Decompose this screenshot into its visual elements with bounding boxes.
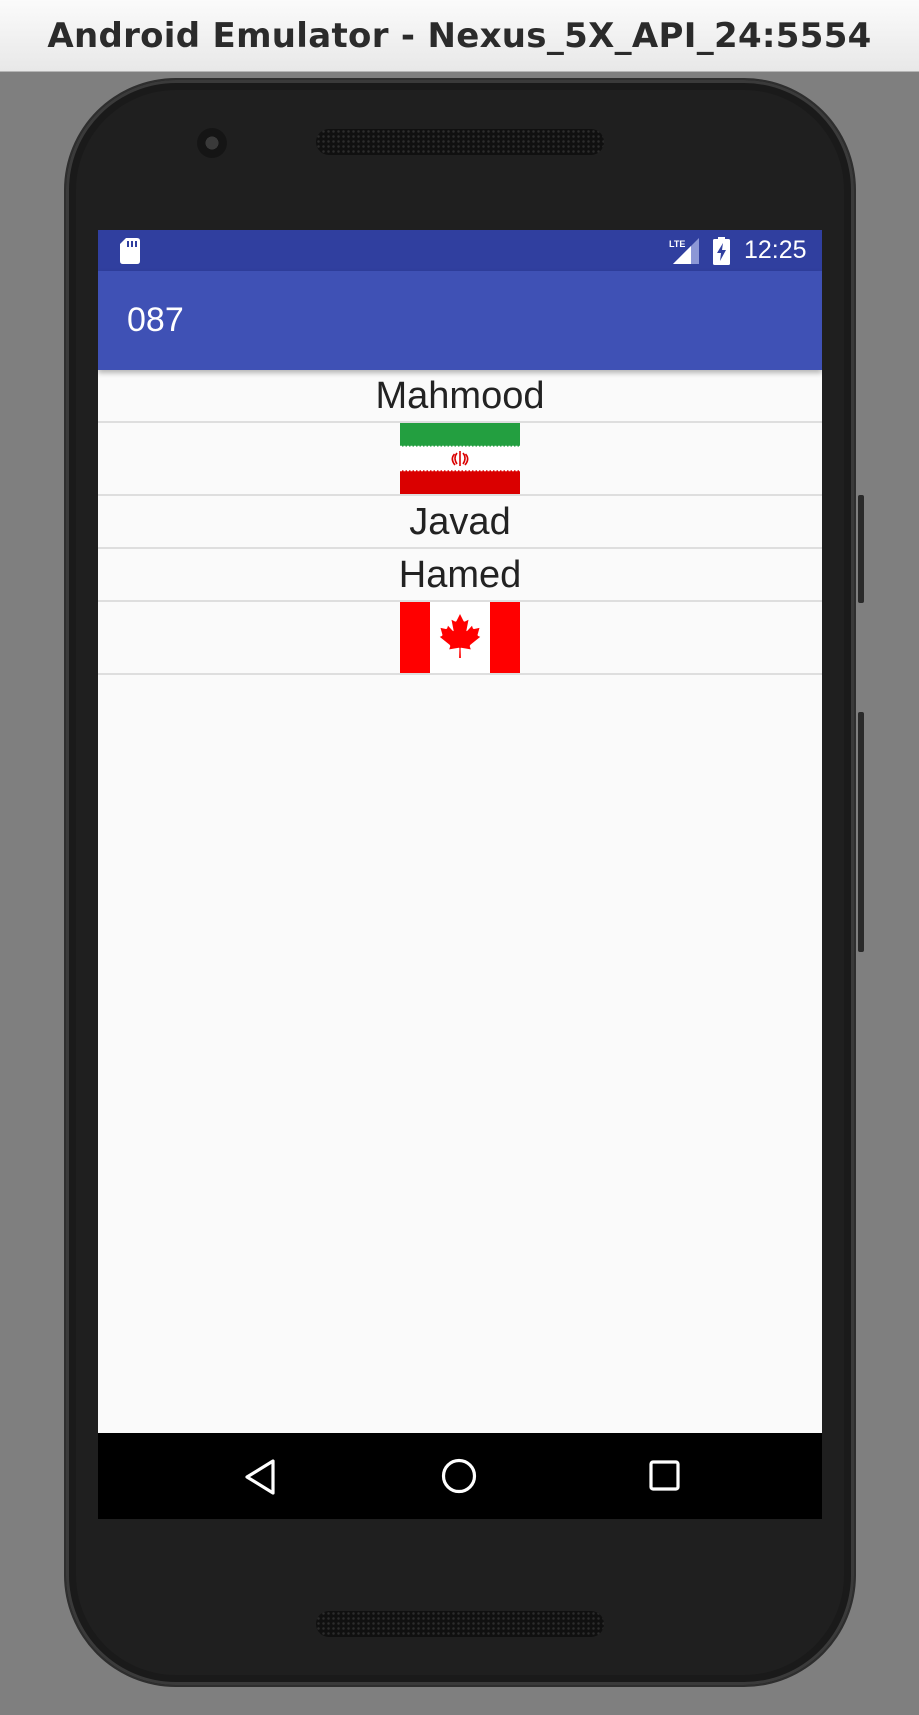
device-screen: LTE 12:25 087 Mahmood Javad Hamed — [98, 230, 822, 1519]
bottom-speaker — [316, 1611, 604, 1637]
list-item[interactable] — [98, 423, 822, 496]
back-icon[interactable] — [242, 1457, 282, 1497]
app-toolbar: 087 — [98, 271, 822, 370]
sd-card-icon — [120, 238, 140, 264]
window-title: Android Emulator - Nexus_5X_API_24:5554 — [47, 15, 872, 56]
list-item-label: Mahmood — [375, 374, 545, 417]
battery-charging-icon — [713, 237, 730, 265]
home-icon[interactable] — [439, 1456, 479, 1496]
status-bar: LTE 12:25 — [98, 230, 822, 271]
earpiece-speaker — [316, 129, 604, 155]
list-item[interactable]: Mahmood — [98, 370, 822, 423]
status-clock: 12:25 — [744, 236, 807, 264]
iran-flag-icon — [400, 423, 520, 494]
navigation-bar — [98, 1433, 822, 1519]
emulator-title-bar: Android Emulator - Nexus_5X_API_24:5554 — [0, 0, 919, 72]
lte-label: LTE — [669, 239, 685, 249]
power-button[interactable] — [858, 495, 864, 603]
app-title: 087 — [127, 301, 184, 339]
list-item[interactable] — [98, 602, 822, 675]
canada-flag-icon — [400, 602, 520, 673]
list-item-label: Hamed — [398, 553, 522, 596]
recents-icon[interactable] — [647, 1458, 683, 1494]
front-camera — [197, 128, 227, 158]
volume-rocker[interactable] — [858, 712, 864, 952]
list-item[interactable]: Hamed — [98, 549, 822, 602]
list-item[interactable]: Javad — [98, 496, 822, 549]
names-list[interactable]: Mahmood Javad Hamed — [98, 370, 822, 675]
lte-signal-icon: LTE — [669, 238, 699, 264]
list-item-label: Javad — [409, 500, 511, 543]
